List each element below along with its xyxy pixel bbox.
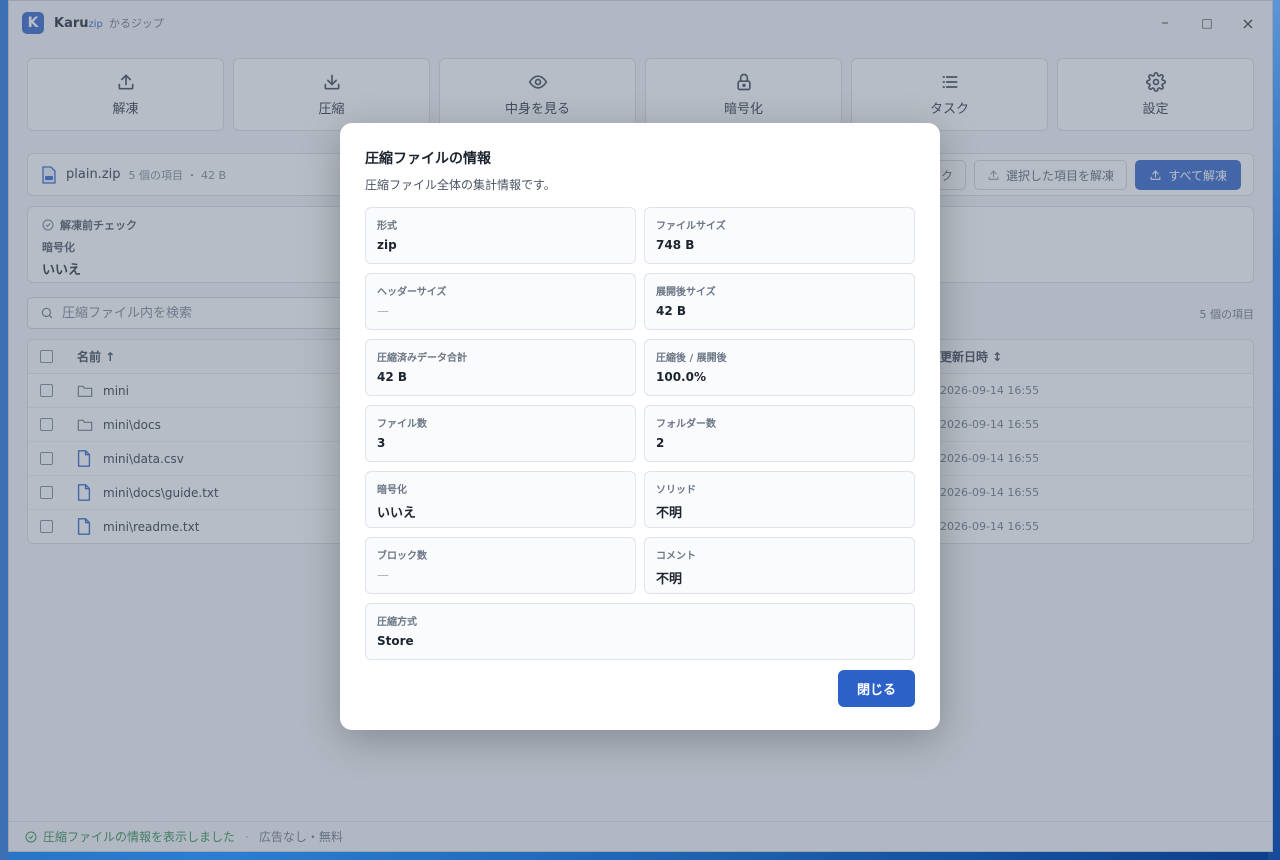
info-value: 42 B (377, 370, 408, 384)
close-dialog-button[interactable]: 閉じる (838, 670, 915, 707)
info-card: 圧縮方式 Store (365, 603, 915, 660)
info-label: ヘッダーサイズ (377, 287, 447, 298)
info-value: 100.0% (656, 370, 706, 384)
info-value: 42 B (656, 304, 687, 318)
info-value: 不明 (656, 506, 683, 521)
info-value: 不明 (656, 572, 683, 587)
info-label: 展開後サイズ (656, 287, 716, 298)
info-label: フォルダー数 (656, 419, 716, 430)
info-value: — (377, 304, 389, 318)
info-card: 圧縮済みデータ合計 42 B (365, 339, 636, 396)
dialog-title: 圧縮ファイルの情報 (365, 151, 491, 167)
info-label: 圧縮済みデータ合計 (377, 353, 467, 364)
info-value: 2 (656, 436, 665, 450)
info-label: 形式 (377, 221, 397, 232)
info-value: Store (377, 634, 414, 648)
desktop-edge-left (0, 0, 8, 860)
info-value: 748 B (656, 238, 695, 252)
info-value: 3 (377, 436, 386, 450)
info-value: いいえ (377, 506, 417, 521)
info-card: ファイルサイズ 748 B (644, 207, 915, 264)
info-label: 圧縮後 / 展開後 (656, 353, 727, 364)
info-label: ソリッド (656, 485, 696, 496)
info-grid: 形式 zip ファイルサイズ 748 B ヘッダーサイズ — 展開後サイズ 42 B 圧縮済みデ… (365, 207, 915, 660)
info-card: ヘッダーサイズ — (365, 273, 636, 330)
info-card: 形式 zip (365, 207, 636, 264)
info-value: — (377, 568, 389, 582)
info-label: ファイル数 (377, 419, 427, 430)
info-card: ブロック数 — (365, 537, 636, 594)
info-label: 圧縮方式 (377, 617, 417, 628)
info-label: ファイルサイズ (656, 221, 726, 232)
info-label: ブロック数 (377, 551, 427, 562)
info-card: コメント 不明 (644, 537, 915, 594)
info-card: フォルダー数 2 (644, 405, 915, 462)
info-label: 暗号化 (377, 485, 407, 496)
info-card: 圧縮後 / 展開後 100.0% (644, 339, 915, 396)
dialog-subtitle: 圧縮ファイル全体の集計情報です。 (365, 178, 556, 192)
archive-info-dialog: 圧縮ファイルの情報 圧縮ファイル全体の集計情報です。 形式 zip ファイルサイズ 7… (340, 123, 940, 730)
info-label: コメント (656, 551, 696, 562)
info-card: ファイル数 3 (365, 405, 636, 462)
info-value: zip (377, 238, 397, 252)
info-card: ソリッド 不明 (644, 471, 915, 528)
info-card: 展開後サイズ 42 B (644, 273, 915, 330)
info-card: 暗号化 いいえ (365, 471, 636, 528)
